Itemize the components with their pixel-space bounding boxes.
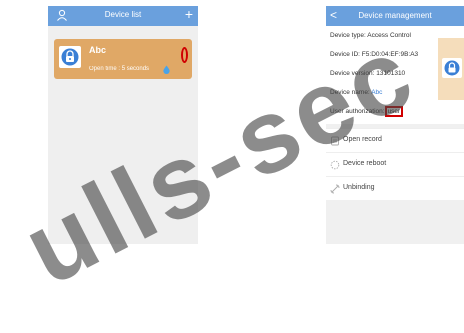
device-card[interactable]: Abc Open time : 5 seconds [54,39,192,79]
menu-item-label: Unbinding [343,184,375,191]
device-type-label: Device type: [330,32,366,39]
device-id-label: Device ID: [330,51,360,58]
device-type-row: Device type: Access Control [330,32,411,39]
menu-item-unbinding[interactable]: Unbinding [326,176,464,200]
menu-item-open-record[interactable]: Open record [326,128,464,152]
device-name-row[interactable]: Device name: Abc [330,89,382,96]
menu-item-label: Device reboot [343,160,387,167]
menu-item-label: Open record [343,136,382,143]
menu-item-device-reboot[interactable]: Device reboot [326,152,464,176]
device-preview [438,38,464,100]
device-management-screen: < Device management Device type: Access … [326,6,464,244]
open-time: Open time : 5 seconds [89,66,149,72]
page-title: Device management [358,11,432,20]
device-version-value: 13101310 [376,70,406,77]
page-title: Device list [104,10,142,19]
device-name-value[interactable]: Abc [371,89,382,96]
highlight-ellipse-icon [181,47,188,63]
lock-icon [442,58,462,78]
device-actions-menu: Open record Device reboot Unbinding [326,128,464,200]
lock-icon [59,46,81,68]
open-time-value: 5 seconds [121,66,150,72]
reboot-icon [330,160,340,170]
device-version-label: Device version: [330,70,375,77]
user-authorization-value[interactable]: user [384,106,404,117]
user-authorization-label: User authorization: [330,108,385,115]
device-list-screen: Device list + Abc Open time : 5 seconds [48,6,198,244]
user-authorization-row[interactable]: User authorization: user [330,106,404,117]
device-id-row: Device ID: F5:D0:04:EF:9B:A3 [330,51,418,58]
device-management-header: < Device management [326,6,464,26]
record-icon [331,136,339,146]
drop-icon [163,65,170,74]
device-id-value: F5:D0:04:EF:9B:A3 [361,51,419,58]
open-time-label: Open time [89,66,117,72]
device-type-value: Access Control [367,32,411,39]
device-version-row: Device version: 13101310 [330,70,405,77]
open-time-separator: : [118,66,121,72]
unlink-icon [330,184,340,194]
device-list-header: Device list + [48,6,198,26]
device-name-label: Device name: [330,89,370,96]
device-name: Abc [89,45,107,55]
add-device-button[interactable]: + [185,7,193,21]
